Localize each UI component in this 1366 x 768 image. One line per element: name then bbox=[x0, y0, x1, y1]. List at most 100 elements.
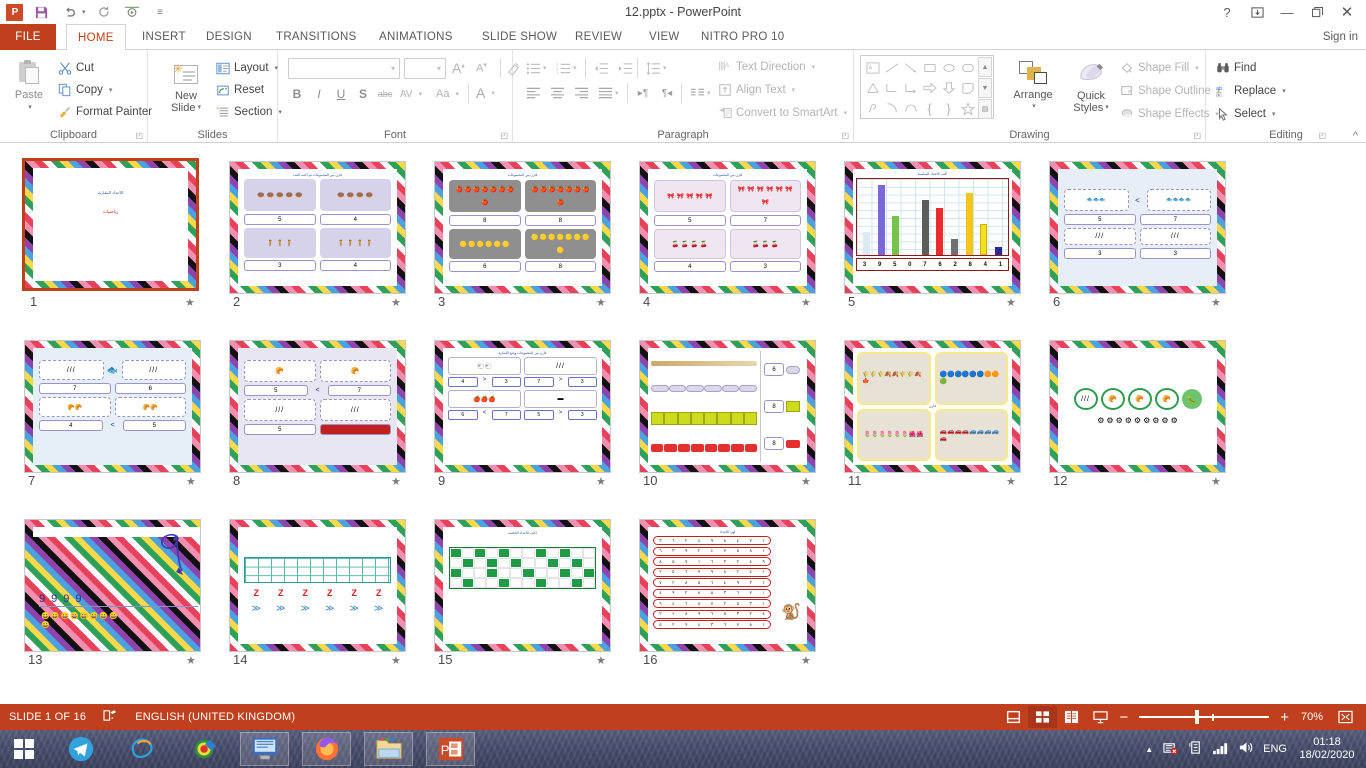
bullets-button[interactable] bbox=[523, 58, 543, 78]
slide-animation-star-15[interactable]: ★ bbox=[596, 654, 606, 667]
shape-down-arrow-icon[interactable] bbox=[939, 78, 958, 98]
tab-review[interactable]: REVIEW bbox=[564, 24, 633, 50]
text-shadow-button[interactable]: S bbox=[353, 84, 373, 104]
new-slide-button[interactable]: ✳ New Slide ▾ bbox=[160, 62, 212, 114]
layout-button[interactable]: Layout ▾ bbox=[216, 58, 278, 78]
show-hidden-icons-button[interactable]: ▲ bbox=[1145, 745, 1153, 754]
shapes-more-icon[interactable]: ▤ bbox=[978, 99, 992, 119]
shape-rectangle-icon[interactable] bbox=[920, 58, 939, 78]
arrange-button[interactable]: Arrange ▾ bbox=[1004, 60, 1062, 113]
quick-styles-dropdown-icon[interactable]: ▾ bbox=[1105, 102, 1109, 114]
paste-button[interactable]: Paste ▾ bbox=[6, 60, 52, 114]
zoom-out-button[interactable]: − bbox=[1115, 709, 1132, 726]
collapse-ribbon-button[interactable]: ^ bbox=[1353, 130, 1358, 142]
tab-insert[interactable]: INSERT bbox=[131, 24, 197, 50]
slide-animation-star-9[interactable]: ★ bbox=[596, 475, 606, 488]
slide-counter[interactable]: SLIDE 1 OF 16 bbox=[9, 711, 86, 723]
convert-to-smartart-button[interactable]: Convert to SmartArt ▾ bbox=[718, 103, 847, 123]
zoom-slider[interactable] bbox=[1139, 706, 1270, 728]
drawing-dialog-launcher[interactable]: ◰ bbox=[1193, 131, 1201, 140]
normal-view-button[interactable] bbox=[999, 706, 1028, 728]
shape-textbox-icon[interactable]: A bbox=[863, 58, 882, 78]
slide-animation-star-14[interactable]: ★ bbox=[391, 654, 401, 667]
slide-thumbnail-16[interactable]: لون الأعداد ٣٦٢٥٩٨٤٧١ ٦٣٩٢٤٧٥٨١ ٨٥٧١٦٣٢٤… bbox=[639, 519, 816, 652]
tab-nitro-pro-10[interactable]: NITRO PRO 10 bbox=[690, 24, 795, 50]
slide-thumbnail-9[interactable]: قارن بين المجموعات وضع الإشارة 🐑🐑 /// 4 … bbox=[434, 340, 611, 473]
shape-elbow-arrow-icon[interactable] bbox=[901, 78, 920, 98]
sign-in-link[interactable]: Sign in bbox=[1323, 24, 1358, 50]
line-spacing-button[interactable] bbox=[643, 58, 663, 78]
slide-thumbnail-12[interactable]: /// 🥐 🥐 🥐 🐛 ⚙ ⚙ ⚙ ⚙ ⚙ ⚙ ⚙ ⚙ ⚙ bbox=[1049, 340, 1226, 473]
slide-sorter-pane[interactable]: الأعداد المقارنة رياضيات 1 ★ قارن بين ال… bbox=[0, 144, 1366, 704]
reset-button[interactable]: Reset bbox=[216, 80, 264, 100]
slide-thumbnail-13[interactable]: 9 9 9 9 😀 😀 😀 😀 😀 😀 😀 😀 😀 bbox=[24, 519, 201, 652]
text-direction-ltr-button[interactable]: ▸¶ bbox=[633, 83, 653, 103]
slide-animation-star-8[interactable]: ★ bbox=[391, 475, 401, 488]
slide-thumbnail-10[interactable]: 6 8 8 bbox=[639, 340, 816, 473]
fit-slide-icon[interactable] bbox=[1331, 706, 1360, 728]
section-button[interactable]: Section ▾ bbox=[216, 102, 282, 122]
align-right-button[interactable] bbox=[571, 83, 591, 103]
numbering-button[interactable]: 123 bbox=[553, 58, 573, 78]
slide-animation-star-1[interactable]: ★ bbox=[185, 296, 195, 309]
slide-animation-star-16[interactable]: ★ bbox=[801, 654, 811, 667]
slide-thumbnail-2[interactable]: قارن بين المجموعات ثم اكتب العدد 🍩 🍩 🍩 🍩 🍩 🍩… bbox=[229, 161, 406, 294]
tab-view[interactable]: VIEW bbox=[638, 24, 691, 50]
shape-arc-icon[interactable] bbox=[882, 98, 901, 118]
character-spacing-button[interactable]: AV ▾ bbox=[400, 84, 422, 104]
tray-clock[interactable]: 01:18 18/02/2020 bbox=[1296, 736, 1358, 762]
slide-animation-star-7[interactable]: ★ bbox=[186, 475, 196, 488]
slide-thumbnail-1[interactable]: الأعداد المقارنة رياضيات bbox=[22, 158, 199, 291]
shape-right-brace-icon[interactable]: } bbox=[939, 98, 958, 118]
shapes-scroll-up-icon[interactable]: ▲ bbox=[978, 57, 992, 77]
shape-star-icon[interactable] bbox=[958, 98, 977, 118]
taskbar-internet-download-manager[interactable] bbox=[180, 732, 229, 766]
format-painter-button[interactable]: Format Painter bbox=[58, 102, 152, 122]
taskbar-internet-explorer[interactable] bbox=[118, 732, 167, 766]
taskbar-telegram[interactable] bbox=[56, 732, 105, 766]
shape-triangle-icon[interactable] bbox=[863, 78, 882, 98]
slide-thumbnail-14[interactable]: ZZZZZZ ≫ ≫ ≫ ≫ ≫ ≫ bbox=[229, 519, 406, 652]
shape-line-icon[interactable] bbox=[882, 58, 901, 78]
shapes-scrollbar[interactable]: ▲ ▼ ▤ bbox=[978, 57, 992, 119]
arrange-dropdown-icon[interactable]: ▾ bbox=[1032, 101, 1036, 113]
font-color-button[interactable]: A ▾ bbox=[476, 83, 495, 103]
shape-arrow-icon[interactable] bbox=[901, 58, 920, 78]
slide-thumbnail-3[interactable]: قارن بين المجموعات 🍎 🍎 🍎 🍎 🍎 🍎 🍎 🍎 🍎 🍎 🍎 🍎 🍎 🍎 🍎 🍎 8 8 bbox=[434, 161, 611, 294]
slide-animation-star-5[interactable]: ★ bbox=[1006, 296, 1016, 309]
align-center-button[interactable] bbox=[547, 83, 567, 103]
paragraph-dialog-launcher[interactable]: ◰ bbox=[841, 131, 849, 140]
bold-button[interactable]: B bbox=[287, 84, 307, 104]
slide-sorter-view-button[interactable] bbox=[1028, 706, 1058, 728]
tab-home[interactable]: HOME bbox=[66, 24, 126, 51]
justify-button[interactable] bbox=[595, 83, 615, 103]
zoom-level[interactable]: 70% bbox=[1293, 711, 1331, 723]
tab-design[interactable]: DESIGN bbox=[195, 24, 263, 50]
slide-animation-star-12[interactable]: ★ bbox=[1211, 475, 1221, 488]
columns-button[interactable] bbox=[687, 83, 707, 103]
editing-dialog-launcher[interactable]: ◰ bbox=[1318, 131, 1326, 140]
reading-view-button[interactable] bbox=[1057, 706, 1086, 728]
copy-button[interactable]: Copy ▾ bbox=[58, 80, 112, 100]
slide-animation-star-6[interactable]: ★ bbox=[1211, 296, 1221, 309]
change-case-button[interactable]: Aa ▾ bbox=[436, 84, 459, 104]
shrink-font-button[interactable]: A▾ bbox=[476, 58, 487, 78]
grow-font-button[interactable]: A▴ bbox=[452, 58, 465, 78]
taskbar-powerpoint[interactable]: P bbox=[426, 732, 475, 766]
zoom-in-button[interactable]: + bbox=[1276, 709, 1293, 726]
shape-effects-button[interactable]: Shape Effects ▾ bbox=[1120, 104, 1219, 124]
select-dropdown-icon[interactable]: ▾ bbox=[1272, 110, 1276, 118]
text-direction-button[interactable]: A Text Direction ▾ bbox=[718, 57, 815, 77]
replace-button[interactable]: ab ac Replace ▾ bbox=[1216, 81, 1286, 101]
help-button[interactable]: ? bbox=[1212, 1, 1242, 23]
replace-dropdown-icon[interactable]: ▾ bbox=[1282, 87, 1286, 95]
minimize-button[interactable]: — bbox=[1272, 1, 1302, 23]
font-dialog-launcher[interactable]: ◰ bbox=[500, 131, 508, 140]
shapes-scroll-down-icon[interactable]: ▼ bbox=[978, 78, 992, 98]
quick-styles-button[interactable]: Quick Styles ▾ bbox=[1066, 60, 1116, 114]
tab-animations[interactable]: ANIMATIONS bbox=[368, 24, 464, 50]
close-button[interactable]: ✕ bbox=[1332, 1, 1362, 23]
slide-thumbnail-8[interactable]: 🥐 🥐 5 < 7 /// /// 5 bbox=[229, 340, 406, 473]
start-button[interactable] bbox=[0, 730, 48, 768]
shape-fill-button[interactable]: Shape Fill ▾ bbox=[1120, 58, 1199, 78]
